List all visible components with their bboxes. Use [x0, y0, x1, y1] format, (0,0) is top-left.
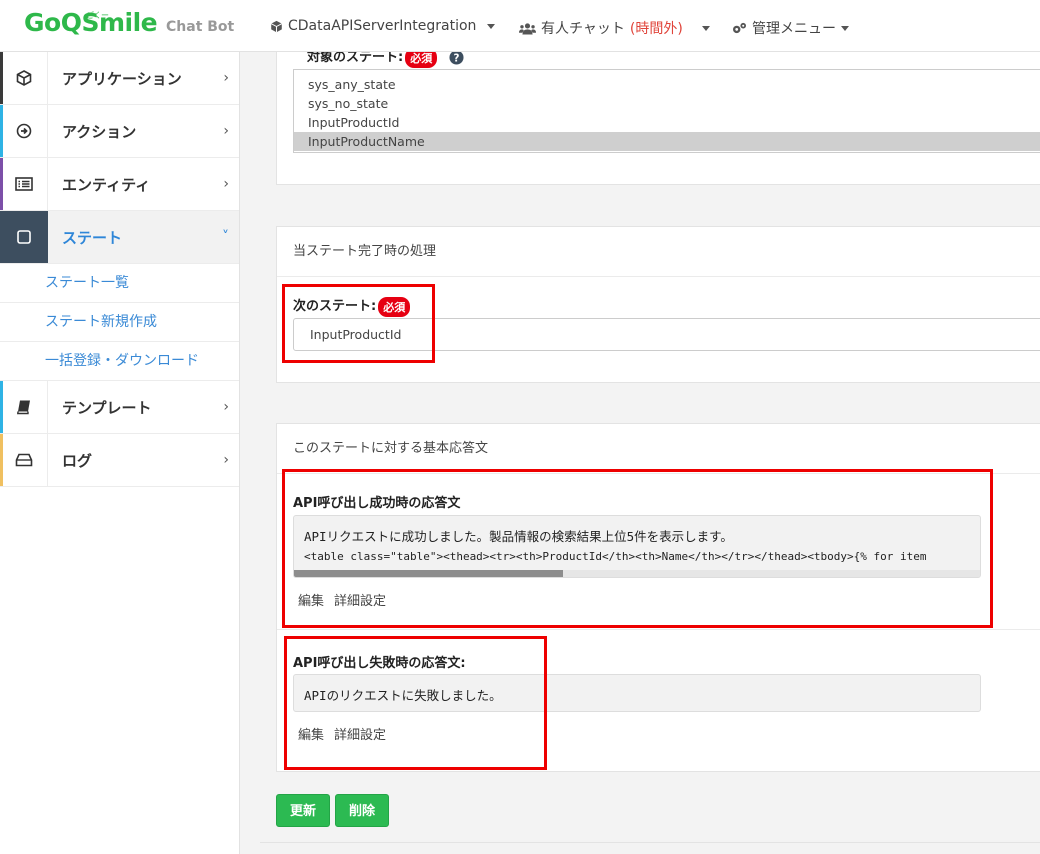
sidebar-item-state[interactable]: ステート ˅	[0, 211, 239, 264]
update-button[interactable]: 更新	[276, 794, 330, 827]
sidebar-item-label: アプリケーション	[62, 69, 182, 88]
sidebar-item-label: エンティティ	[62, 175, 151, 194]
sidebar-accent	[0, 105, 3, 157]
chevron-right-icon: ›	[223, 176, 229, 192]
target-states-panel: 対象のステート: 必須 ? sys_any_state sys_no_state …	[276, 52, 1040, 185]
sidebar-subitem-state-create[interactable]: ステート新規作成	[0, 303, 239, 342]
chevron-right-icon: ›	[223, 399, 229, 415]
target-states-listbox[interactable]: sys_any_state sys_no_state InputProductI…	[293, 69, 1040, 153]
target-states-label-row: 対象のステート: 必須 ?	[307, 52, 464, 68]
state-option[interactable]: InputProductId	[294, 113, 1040, 132]
sidebar-accent	[0, 158, 3, 210]
sidebar-accent	[0, 434, 3, 486]
logo-kana: ごくー	[86, 11, 109, 20]
svg-text:?: ?	[454, 52, 460, 64]
app-selector-label: CDataAPIServerIntegration	[288, 18, 477, 34]
sidebar-item-application[interactable]: アプリケーション ›	[0, 52, 239, 105]
cube-icon	[16, 70, 31, 86]
square-icon	[17, 230, 31, 244]
sidebar-item-label: テンプレート	[62, 398, 152, 417]
icon-cell	[0, 158, 48, 210]
sidebar-item-log[interactable]: ログ ›	[0, 434, 239, 487]
sidebar-item-label: ステート	[62, 228, 123, 247]
sidebar-item-action[interactable]: アクション ›	[0, 105, 239, 158]
sidebar-item-template[interactable]: テンプレート ›	[0, 381, 239, 434]
chevron-right-icon: ›	[223, 452, 229, 468]
icon-cell	[0, 381, 48, 433]
required-badge: 必須	[405, 52, 438, 68]
book-icon	[16, 400, 30, 415]
state-option[interactable]: sys_no_state	[294, 94, 1040, 113]
state-option-selected[interactable]: InputProductName	[294, 132, 1040, 151]
live-chat-label: 有人チャット	[541, 21, 625, 37]
footer-divider	[260, 842, 1040, 843]
sidebar-accent	[0, 52, 3, 104]
chevron-down-icon	[701, 25, 710, 31]
sidebar-subitem-state-list[interactable]: ステート一覧	[0, 264, 239, 303]
users-icon	[519, 22, 536, 34]
top-header: GoQSmile ごくー Chat Bot CDataAPIServerInte…	[0, 0, 1040, 52]
cube-icon	[270, 20, 283, 32]
icon-cell	[0, 52, 48, 104]
sidebar-item-entity[interactable]: エンティティ ›	[0, 158, 239, 211]
arrow-circle-icon	[16, 123, 31, 139]
help-icon[interactable]: ?	[449, 52, 464, 65]
list-icon	[14, 177, 33, 191]
icon-cell	[0, 211, 48, 263]
target-states-label: 対象のステート:	[307, 52, 404, 65]
chevron-down-icon	[487, 23, 496, 29]
state-option[interactable]: sys_any_state	[294, 75, 1040, 94]
gears-icon	[733, 22, 746, 33]
chevron-right-icon: ›	[223, 123, 229, 139]
logo[interactable]: GoQSmile ごくー	[24, 8, 158, 37]
live-chat-status: (時間外)	[629, 21, 683, 37]
highlight-box-next-state	[282, 284, 435, 363]
inbox-icon	[15, 453, 32, 467]
admin-menu-label: 管理メニュー	[752, 21, 836, 37]
main-content: 対象のステート: 必須 ? sys_any_state sys_no_state …	[240, 52, 1040, 854]
chevron-right-icon: ›	[223, 70, 229, 86]
highlight-box-success-response	[282, 469, 993, 628]
sidebar: アプリケーション › アクション › エンティティ › ステート ˅ ステート一…	[0, 52, 240, 854]
icon-cell	[0, 105, 48, 157]
responses-heading: このステートに対する基本応答文	[277, 424, 1040, 474]
live-chat-dropdown[interactable]: 有人チャット (時間外)	[519, 18, 710, 38]
delete-button[interactable]: 削除	[335, 794, 389, 827]
chevron-down-icon: ˅	[222, 229, 229, 245]
chevron-down-icon	[841, 25, 849, 31]
app-subtitle: Chat Bot	[166, 19, 235, 35]
highlight-box-failure-response	[284, 636, 547, 770]
divider	[277, 629, 1040, 630]
completion-heading: 当ステート完了時の処理	[277, 227, 1040, 277]
admin-menu-dropdown[interactable]: 管理メニュー	[732, 18, 849, 38]
sidebar-item-label: ログ	[62, 451, 93, 470]
sidebar-item-label: アクション	[62, 122, 137, 141]
sidebar-subitem-bulk-register[interactable]: 一括登録・ダウンロード	[0, 342, 239, 381]
icon-cell	[0, 434, 48, 486]
sidebar-accent	[0, 381, 3, 433]
app-selector-dropdown[interactable]: CDataAPIServerIntegration	[270, 18, 496, 34]
